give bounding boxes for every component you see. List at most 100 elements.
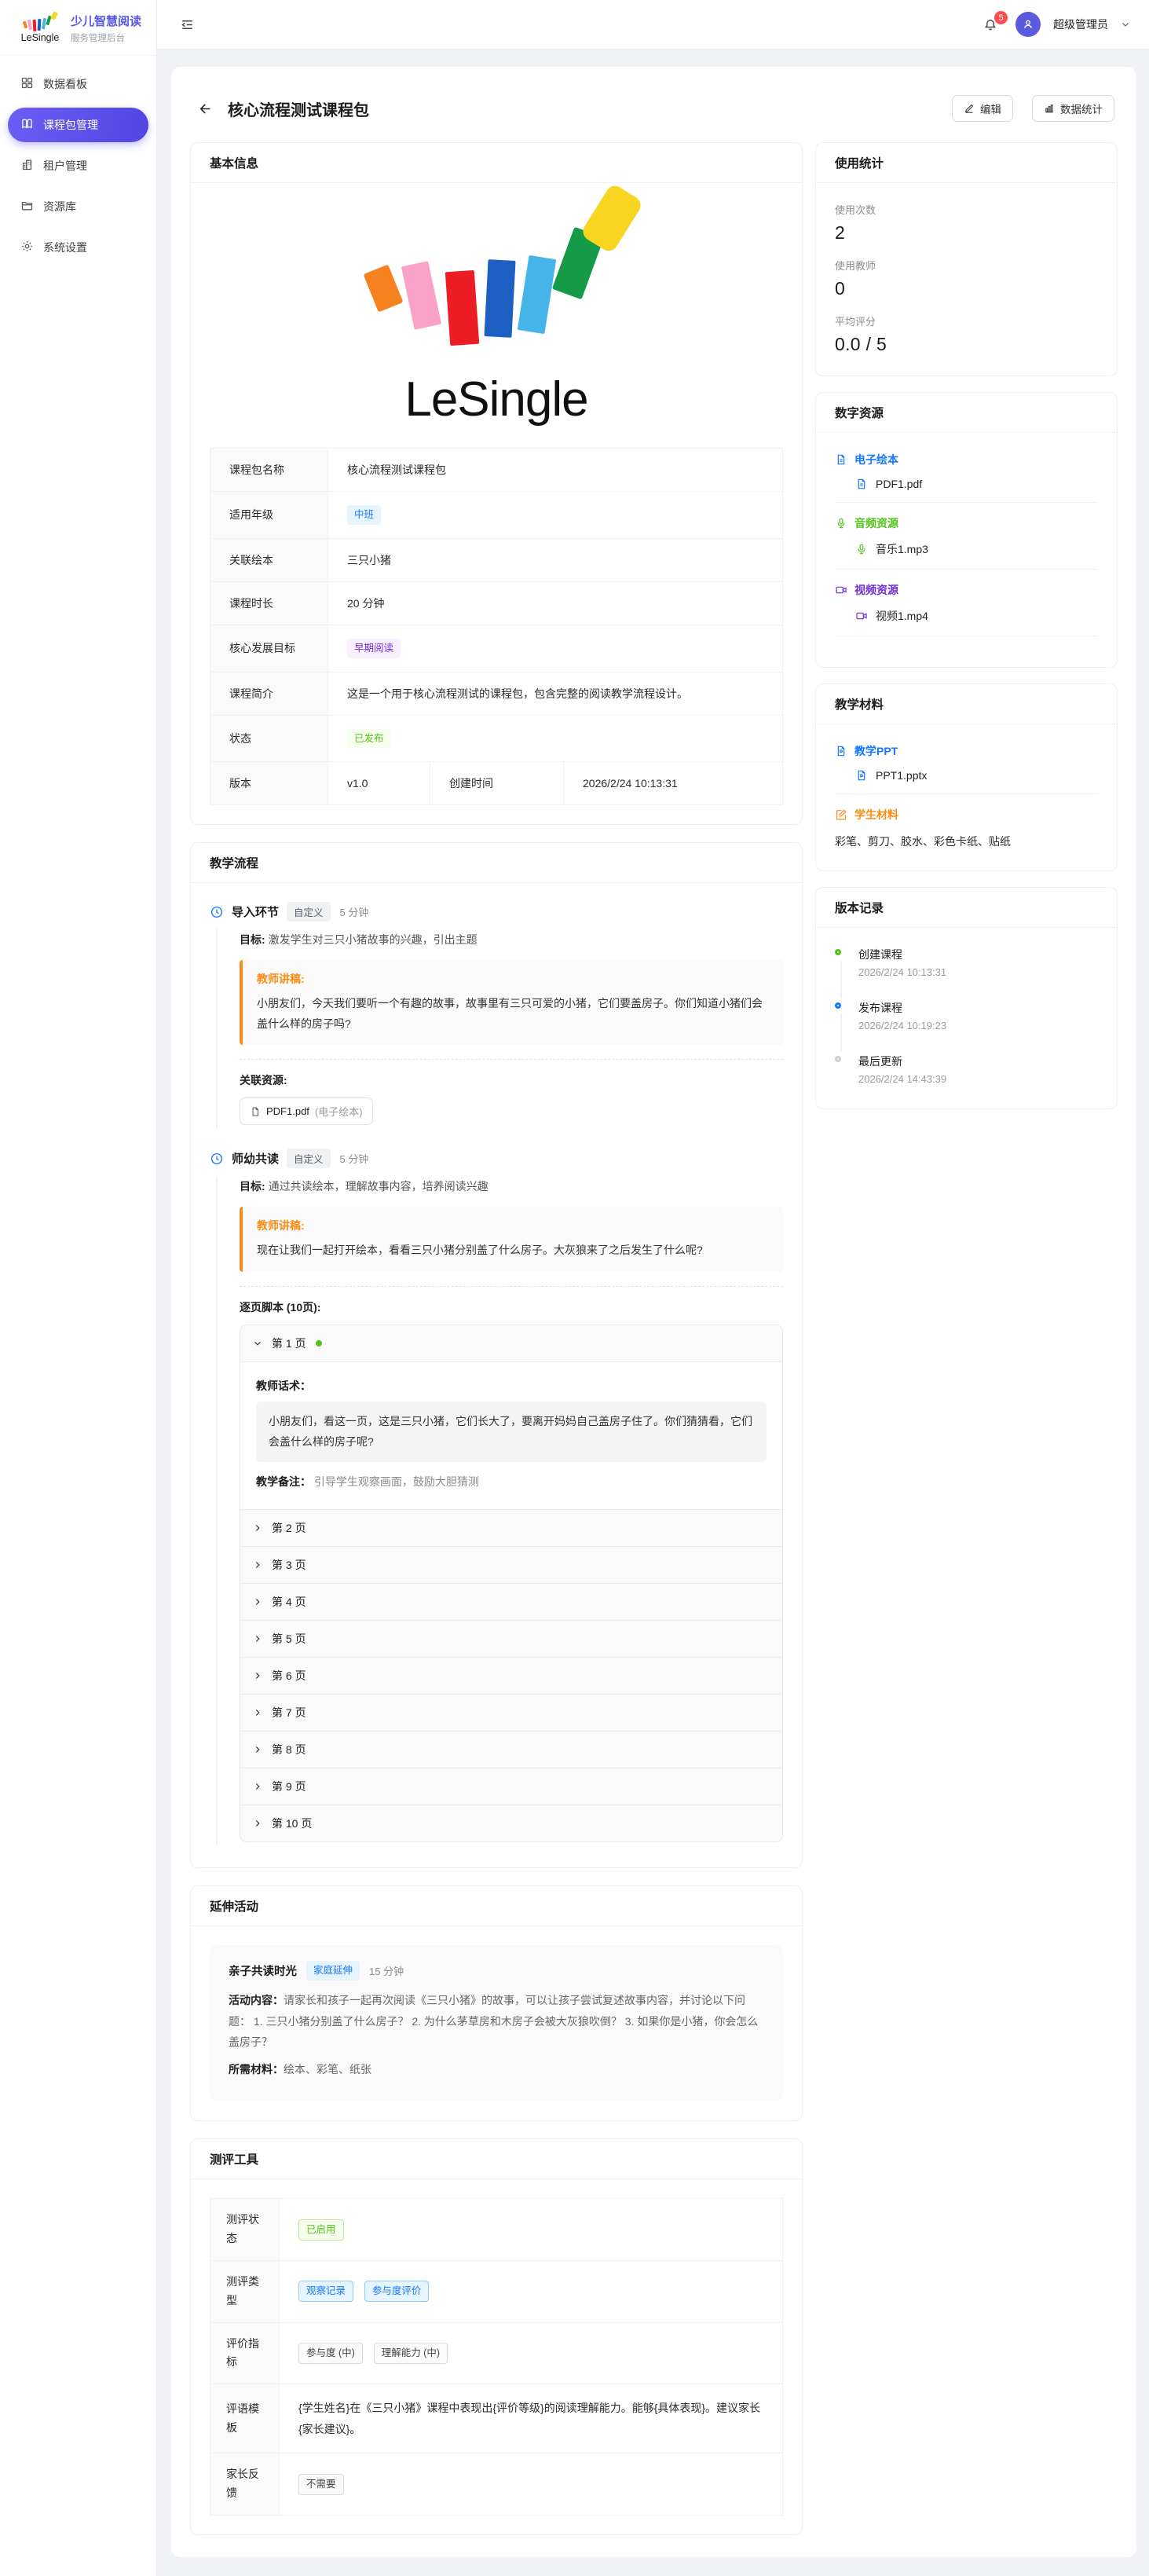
table-row: 课程时长 20 分钟 (210, 581, 783, 625)
row-label: 课程包名称 (210, 449, 328, 492)
page-row-label: 第 4 页 (272, 1594, 306, 1610)
version-history-body: 创建课程 2026/2/24 10:13:31 发布课程 2026/2/24 1… (816, 928, 1117, 1108)
stage-goal: 目标:激发学生对三只小猪故事的兴趣，引出主题 (240, 931, 783, 948)
page-content: 核心流程测试课程包 编辑 数据统计 基本信息 (157, 49, 1149, 2576)
timeline-connector (840, 961, 842, 999)
table-row: 测评状态 已启用 (210, 2199, 783, 2261)
basic-info-card: 基本信息 LeSingle 课程包名 (190, 142, 803, 825)
row-label: 课程简介 (210, 672, 328, 715)
notifications-button[interactable]: 5 (983, 14, 1003, 35)
grade-badge: 中班 (347, 505, 381, 525)
extension-activity-card: 延伸活动 亲子共读时光 家庭延伸 15 分钟 活动内容：请家长 (190, 1885, 803, 2121)
page-row[interactable]: 第 5 页 (240, 1621, 782, 1658)
edit-button[interactable]: 编辑 (952, 95, 1013, 122)
material-group-heading: 学生材料 (835, 807, 1098, 823)
chevron-right-icon (253, 1634, 262, 1643)
mic-icon (835, 517, 847, 529)
material-file-ppt[interactable]: PPT1.pptx (835, 769, 1098, 794)
stage-shared-reading: 师幼共读 自定义 5 分钟 目标:通过共读绘本，理解故事内容，培养阅读兴趣 教师… (210, 1149, 783, 1845)
topbar-right: 5 超级管理员 (983, 12, 1130, 37)
digital-resources-body: 电子绘本 PDF1.pdf (816, 433, 1117, 667)
table-row: 家长反馈 不需要 (210, 2453, 783, 2516)
row-value: 这是一个用于核心流程测试的课程包，包含完整的阅读教学流程设计。 (328, 672, 783, 715)
teaching-flow-card: 教学流程 导入环节 自定义 5 分钟 (190, 842, 803, 1868)
lesingle-logo-icon (24, 14, 57, 31)
page-row-label: 第 8 页 (272, 1742, 306, 1757)
assessment-type-badge: 观察记录 (298, 2281, 353, 2302)
page-row[interactable]: 第 7 页 (240, 1695, 782, 1731)
file-name: 视频1.mp4 (876, 608, 928, 624)
activity-type-badge: 家庭延伸 (306, 1961, 360, 1981)
video-icon (835, 584, 847, 596)
row-label: 适用年级 (210, 492, 328, 539)
file-icon (855, 478, 868, 490)
sidebar-item-tenants[interactable]: 租户管理 (8, 148, 148, 183)
sidebar-item-label: 资源库 (43, 199, 76, 214)
page-row[interactable]: 第 4 页 (240, 1584, 782, 1621)
menu-fold-icon[interactable] (176, 13, 198, 35)
comment-template-text: {学生姓名}在《三只小猪》课程中表现出{评价等级}的阅读理解能力。能够{具体表现… (280, 2384, 783, 2453)
timeline-dot-blue (835, 1002, 841, 1009)
card-title: 延伸活动 (191, 1886, 802, 1926)
card-title: 版本记录 (816, 888, 1117, 928)
page-row[interactable]: 第 9 页 (240, 1768, 782, 1805)
row-value: 核心流程测试课程包 (328, 449, 783, 492)
back-button[interactable] (193, 97, 217, 120)
timeline-item-published: 发布课程 2026/2/24 10:19:23 (835, 1000, 1098, 1053)
page-scripts-label: 逐页脚本 (10页): (240, 1299, 783, 1315)
chevron-down-icon[interactable] (1121, 17, 1130, 31)
resource-file-audio[interactable]: 音乐1.mp3 (835, 541, 1098, 570)
parent-feedback-badge: 不需要 (298, 2474, 344, 2495)
left-column: 基本信息 LeSingle 课程包名 (190, 142, 803, 2535)
brand-logo: LeSingle (17, 14, 63, 43)
card-title: 教学流程 (191, 843, 802, 883)
folder-icon (20, 199, 34, 214)
chevron-right-icon (253, 1560, 262, 1570)
sidebar-item-label: 租户管理 (43, 158, 87, 174)
teacher-talk-label: 教师话术： (256, 1378, 767, 1394)
course-cover-image: LeSingle (210, 202, 783, 448)
table-row: 关联绘本 三只小猪 (210, 538, 783, 581)
resource-chip-pdf[interactable]: PDF1.pdf (电子绘本) (240, 1097, 373, 1125)
sidebar-item-settings[interactable]: 系统设置 (8, 230, 148, 265)
page-title: 核心流程测试课程包 (228, 97, 941, 120)
stat-average-rating: 平均评分 0.0 / 5 (835, 313, 1098, 355)
version-value: v1.0 (328, 762, 430, 805)
brand-text: 少儿智慧阅读 服务管理后台 (71, 13, 141, 44)
sidebar-item-dashboard[interactable]: 数据看板 (8, 67, 148, 101)
page-row-label: 第 2 页 (272, 1520, 306, 1536)
activity-content: 活动内容：请家长和孩子一起再次阅读《三只小猪》的故事，可以让孩子尝试复述故事内容… (229, 1990, 764, 2053)
avatar[interactable] (1015, 12, 1041, 37)
page-row[interactable]: 第 6 页 (240, 1658, 782, 1695)
data-stats-button[interactable]: 数据统计 (1032, 95, 1114, 122)
sidebar-item-course-packages[interactable]: 课程包管理 (8, 108, 148, 142)
user-menu[interactable]: 超级管理员 (1053, 16, 1108, 32)
logo-wordmark: LeSingle (404, 372, 587, 427)
row-label: 测评类型 (210, 2261, 280, 2323)
book-icon (20, 117, 34, 133)
page-row[interactable]: 第 10 页 (240, 1805, 782, 1841)
row-label: 状态 (210, 715, 328, 762)
file-icon (835, 453, 847, 466)
stat-teacher-count: 使用教师 0 (835, 258, 1098, 299)
table-row: 版本 v1.0 创建时间 2026/2/24 10:13:31 (210, 762, 783, 805)
page-row[interactable]: 第 2 页 (240, 1510, 782, 1547)
teaching-materials-card: 教学材料 教学PPT PPT1.pptx (815, 683, 1118, 871)
chevron-right-icon (253, 1782, 262, 1791)
gear-icon (20, 240, 34, 255)
basic-info-table: 课程包名称 核心流程测试课程包 适用年级 中班 关联绘本 (210, 448, 783, 805)
teaching-flow-body: 导入环节 自定义 5 分钟 目标:激发学生对三只小猪故事的兴趣，引出主题 教师讲… (191, 883, 802, 1867)
stage-duration: 5 分钟 (340, 904, 369, 919)
page-row[interactable]: 第 3 页 (240, 1547, 782, 1584)
sidebar-item-resources[interactable]: 资源库 (8, 189, 148, 224)
stage-goal: 目标:通过共读绘本，理解故事内容，培养阅读兴趣 (240, 1178, 783, 1195)
resource-group-heading: 音频资源 (835, 515, 1098, 531)
timeline-dot-green (835, 949, 841, 955)
page-row[interactable]: 第 8 页 (240, 1731, 782, 1768)
file-name: 音乐1.mp3 (876, 541, 928, 557)
resource-file-video[interactable]: 视频1.mp4 (835, 608, 1098, 636)
user-icon (1021, 17, 1035, 31)
version-history-card: 版本记录 创建课程 2026/2/24 10:13:31 (815, 887, 1118, 1109)
resource-file-pdf[interactable]: PDF1.pdf (835, 478, 1098, 503)
page-row-expanded[interactable]: 第 1 页 (240, 1325, 782, 1362)
